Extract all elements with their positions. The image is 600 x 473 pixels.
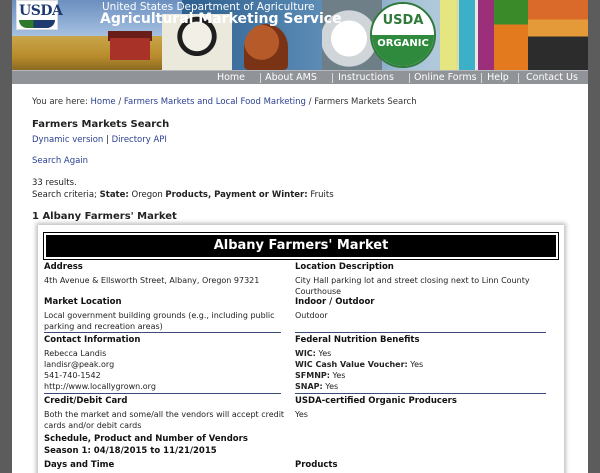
train-photo	[528, 0, 588, 70]
wic-value: Yes	[318, 349, 332, 358]
sfmnp-value: Yes	[332, 371, 346, 380]
credit-debit-value: Both the market and some/all the vendors…	[44, 410, 285, 430]
header-banner: USDA United States Department of Agricul…	[12, 0, 588, 70]
market-card-title: Albany Farmers' Market	[43, 232, 559, 260]
products-label: Products	[295, 460, 338, 470]
nav-separator	[332, 73, 333, 83]
search-again-link[interactable]: Search Again	[32, 156, 88, 166]
top-nav: Home About AMS Instructions Online Forms…	[12, 70, 588, 84]
nav-online-forms[interactable]: Online Forms	[414, 71, 477, 85]
breadcrumb-separator: /	[118, 97, 122, 107]
barn-photo	[110, 38, 150, 60]
nav-about-ams[interactable]: About AMS	[264, 71, 318, 85]
criteria-products-value: Fruits	[310, 190, 334, 200]
breadcrumb-separator: /	[308, 97, 312, 107]
breadcrumb-section-link[interactable]: Farmers Markets and Local Food Marketing	[124, 97, 306, 107]
lab-beakers-photo	[440, 0, 494, 70]
dynamic-version-link[interactable]: Dynamic version	[32, 135, 103, 145]
nav-contact-us[interactable]: Contact Us	[522, 71, 582, 85]
location-description-value: City Hall parking lot and street closing…	[295, 276, 530, 296]
sfmnp-row: SFMNP: Yes	[295, 370, 345, 381]
nav-help[interactable]: Help	[484, 71, 512, 85]
nav-separator	[260, 73, 261, 83]
contact-email: landisr@peak.org	[44, 360, 115, 369]
nav-separator	[481, 73, 482, 83]
market-heading: 1 Albany Farmers' Market	[32, 211, 177, 222]
schedule-label: Schedule, Product and Number of Vendors	[44, 434, 248, 444]
nav-instructions[interactable]: Instructions	[338, 71, 394, 85]
criteria-products-label: Products, Payment or Winter:	[165, 190, 308, 200]
nav-home[interactable]: Home	[212, 71, 250, 85]
hen-photo	[244, 24, 288, 70]
search-criteria: Search criteria; State: Oregon Products,…	[32, 190, 334, 200]
contact-website-link[interactable]: http://www.locallygrown.org	[44, 381, 156, 392]
section-divider	[44, 332, 281, 333]
indoor-outdoor-label: Indoor / Outdoor	[295, 297, 375, 307]
usda-logo-swoosh-icon	[19, 20, 55, 28]
market-location-label: Market Location	[44, 297, 122, 307]
usda-organic-seal: USDA ORGANIC	[370, 2, 436, 68]
season-label: Season 1: 04/18/2015 to 11/21/2015	[44, 446, 217, 456]
wic-label: WIC:	[295, 349, 316, 358]
results-count: 33 results.	[32, 178, 77, 188]
criteria-state-label: State:	[99, 190, 129, 200]
link-separator: |	[106, 135, 109, 145]
days-time-label: Days and Time	[44, 460, 115, 470]
address-value: 4th Avenue & Ellsworth Street, Albany, O…	[44, 276, 260, 285]
criteria-prefix: Search criteria;	[32, 190, 97, 200]
wic-cash-row: WIC Cash Value Voucher: Yes	[295, 359, 423, 370]
breadcrumb-current: Farmers Markets Search	[314, 97, 417, 107]
criteria-state-value: Oregon	[131, 190, 163, 200]
sfmnp-label: SFMNP:	[295, 371, 330, 380]
wic-row: WIC: Yes	[295, 348, 331, 359]
contact-name: Rebecca Landis	[44, 349, 107, 358]
breadcrumb: You are here: Home / Farmers Markets and…	[32, 97, 417, 107]
section-divider	[44, 393, 281, 394]
usda-logo-text: USDA	[19, 3, 63, 19]
market-location-value: Local government building grounds (e.g.,…	[44, 311, 275, 331]
contact-info-label: Contact Information	[44, 335, 141, 345]
indoor-outdoor-value: Outdoor	[295, 311, 328, 320]
credit-debit-label: Credit/Debit Card	[44, 396, 128, 406]
page: USDA United States Department of Agricul…	[12, 0, 588, 473]
snap-label: SNAP:	[295, 382, 323, 391]
location-description-label: Location Description	[295, 262, 394, 272]
organic-producers-label: USDA-certified Organic Producers	[295, 396, 457, 406]
market-card: Albany Farmers' Market Address 4th Avenu…	[38, 225, 564, 473]
organic-producers-value: Yes	[295, 410, 308, 419]
snap-row: SNAP: Yes	[295, 381, 338, 392]
usda-logo[interactable]: USDA	[16, 0, 63, 30]
nav-separator	[409, 73, 410, 83]
section-divider	[295, 332, 546, 333]
directory-api-link[interactable]: Directory API	[112, 135, 167, 145]
section-divider	[295, 393, 546, 394]
breadcrumb-prefix: You are here:	[32, 97, 88, 107]
page-title: Farmers Markets Search	[32, 119, 170, 130]
nav-separator	[518, 73, 519, 83]
wheat-field-photo	[12, 36, 182, 70]
agency-name[interactable]: Agricultural Marketing Service	[100, 11, 342, 27]
snap-value: Yes	[325, 382, 339, 391]
wic-cash-value: Yes	[410, 360, 424, 369]
version-links: Dynamic version | Directory API	[32, 135, 167, 145]
breadcrumb-home-link[interactable]: Home	[91, 97, 116, 107]
contact-phone: 541-740-1542	[44, 371, 101, 380]
seal-top-text: USDA	[382, 13, 424, 28]
wic-cash-label: WIC Cash Value Voucher:	[295, 360, 408, 369]
carrots-photo	[494, 0, 528, 70]
nutrition-benefits-label: Federal Nutrition Benefits	[295, 335, 420, 345]
address-label: Address	[44, 262, 83, 272]
seal-bottom-text: ORGANIC	[377, 38, 429, 49]
